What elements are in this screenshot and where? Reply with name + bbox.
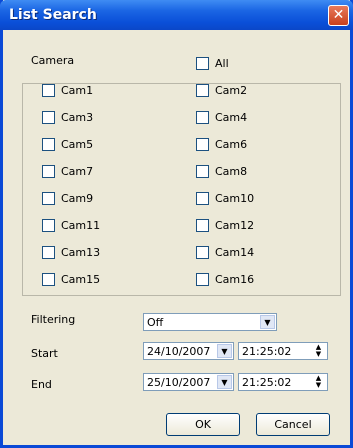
end-date-value: 25/10/2007 bbox=[147, 376, 211, 389]
camera-label: Camera bbox=[31, 54, 75, 67]
end-label: End bbox=[31, 378, 52, 391]
checkbox-icon[interactable] bbox=[196, 138, 209, 151]
cam1-checkbox[interactable]: Cam1 bbox=[42, 84, 93, 97]
cam7-checkbox[interactable]: Cam7 bbox=[42, 165, 93, 178]
filtering-select[interactable]: Off ▼ bbox=[143, 313, 277, 331]
chevron-down-icon[interactable]: ▼ bbox=[217, 344, 232, 358]
cam2-checkbox[interactable]: Cam2 bbox=[196, 84, 247, 97]
spin-buttons[interactable]: ▲ ▼ bbox=[311, 375, 326, 389]
checkbox-label: Cam6 bbox=[215, 138, 248, 151]
checkbox-icon[interactable] bbox=[196, 273, 209, 286]
checkbox-label: Cam2 bbox=[215, 84, 248, 97]
checkbox-icon[interactable] bbox=[42, 84, 55, 97]
cam16-checkbox[interactable]: Cam16 bbox=[196, 273, 254, 286]
cam13-checkbox[interactable]: Cam13 bbox=[42, 246, 100, 259]
checkbox-label: Cam5 bbox=[61, 138, 94, 151]
cam12-checkbox[interactable]: Cam12 bbox=[196, 219, 254, 232]
cam9-checkbox[interactable]: Cam9 bbox=[42, 192, 93, 205]
checkbox-icon[interactable] bbox=[42, 219, 55, 232]
cam11-checkbox[interactable]: Cam11 bbox=[42, 219, 100, 232]
spin-down-icon[interactable]: ▼ bbox=[311, 382, 326, 389]
filtering-value: Off bbox=[147, 316, 164, 329]
checkbox-label: Cam8 bbox=[215, 165, 248, 178]
checkbox-label: Cam11 bbox=[61, 219, 101, 232]
cam6-checkbox[interactable]: Cam6 bbox=[196, 138, 247, 151]
cam3-checkbox[interactable]: Cam3 bbox=[42, 111, 93, 124]
checkbox-icon[interactable] bbox=[42, 138, 55, 151]
end-time-value: 21:25:02 bbox=[242, 376, 292, 389]
checkbox-icon[interactable] bbox=[196, 57, 209, 70]
checkbox-icon[interactable] bbox=[42, 165, 55, 178]
checkbox-label: Cam7 bbox=[61, 165, 94, 178]
checkbox-icon[interactable] bbox=[196, 111, 209, 124]
checkbox-icon[interactable] bbox=[42, 273, 55, 286]
checkbox-label: Cam10 bbox=[215, 192, 255, 205]
checkbox-icon[interactable] bbox=[196, 84, 209, 97]
cancel-button[interactable]: Cancel bbox=[256, 413, 330, 436]
spin-buttons[interactable]: ▲ ▼ bbox=[311, 344, 326, 358]
dialog-title: List Search bbox=[9, 7, 97, 23]
checkbox-label: Cam13 bbox=[61, 246, 101, 259]
close-icon[interactable]: ✕ bbox=[328, 5, 349, 26]
ok-button[interactable]: OK bbox=[166, 413, 240, 436]
start-label: Start bbox=[31, 347, 58, 360]
checkbox-icon[interactable] bbox=[196, 192, 209, 205]
start-date-value: 24/10/2007 bbox=[147, 345, 211, 358]
chevron-down-icon[interactable]: ▼ bbox=[217, 375, 232, 389]
cam5-checkbox[interactable]: Cam5 bbox=[42, 138, 93, 151]
cam4-checkbox[interactable]: Cam4 bbox=[196, 111, 247, 124]
spin-down-icon[interactable]: ▼ bbox=[311, 351, 326, 358]
checkbox-icon[interactable] bbox=[196, 246, 209, 259]
cam8-checkbox[interactable]: Cam8 bbox=[196, 165, 247, 178]
start-time-spinner[interactable]: 21:25:02 ▲ ▼ bbox=[238, 342, 328, 360]
chevron-down-icon[interactable]: ▼ bbox=[260, 315, 275, 329]
all-checkbox[interactable]: All bbox=[196, 57, 229, 70]
title-bar[interactable]: List Search ✕ bbox=[0, 0, 353, 30]
end-date-picker[interactable]: 25/10/2007 ▼ bbox=[143, 373, 234, 391]
cam14-checkbox[interactable]: Cam14 bbox=[196, 246, 254, 259]
checkbox-label: Cam16 bbox=[215, 273, 255, 286]
checkbox-label: Cam14 bbox=[215, 246, 255, 259]
checkbox-label: All bbox=[215, 57, 229, 70]
start-date-picker[interactable]: 24/10/2007 ▼ bbox=[143, 342, 234, 360]
checkbox-label: Cam9 bbox=[61, 192, 94, 205]
checkbox-label: Cam15 bbox=[61, 273, 101, 286]
start-time-value: 21:25:02 bbox=[242, 345, 292, 358]
checkbox-label: Cam4 bbox=[215, 111, 248, 124]
checkbox-icon[interactable] bbox=[42, 192, 55, 205]
checkbox-icon[interactable] bbox=[196, 165, 209, 178]
filtering-label: Filtering bbox=[31, 313, 76, 326]
cam15-checkbox[interactable]: Cam15 bbox=[42, 273, 100, 286]
checkbox-icon[interactable] bbox=[42, 111, 55, 124]
checkbox-label: Cam1 bbox=[61, 84, 94, 97]
checkbox-icon[interactable] bbox=[42, 246, 55, 259]
checkbox-label: Cam12 bbox=[215, 219, 255, 232]
cam10-checkbox[interactable]: Cam10 bbox=[196, 192, 254, 205]
end-time-spinner[interactable]: 21:25:02 ▲ ▼ bbox=[238, 373, 328, 391]
checkbox-icon[interactable] bbox=[196, 219, 209, 232]
checkbox-label: Cam3 bbox=[61, 111, 94, 124]
